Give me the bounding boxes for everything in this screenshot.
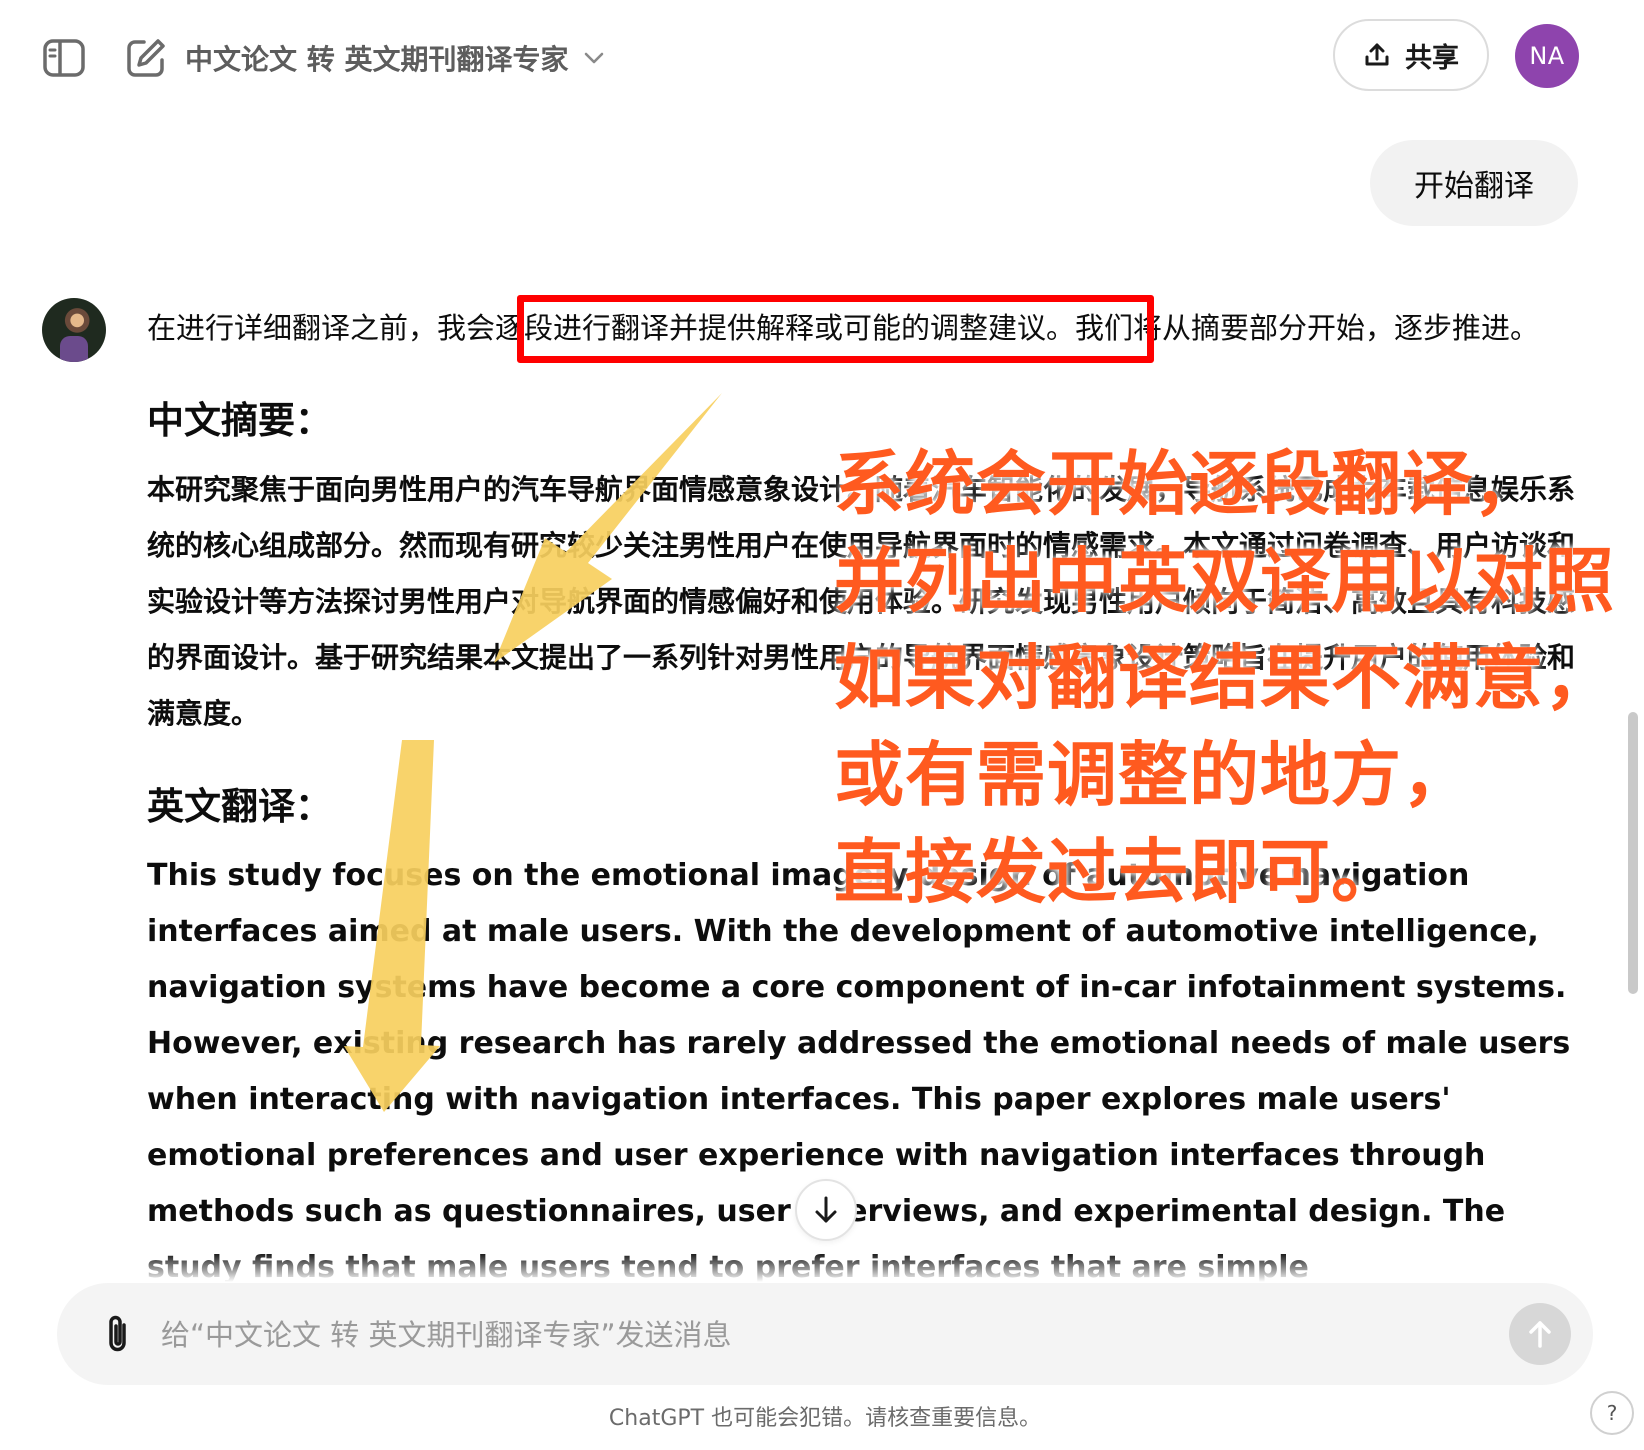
gpt-title-dropdown[interactable]: 中文论文 转 英文期刊翻译专家 xyxy=(185,36,605,80)
annotation-line-5: 直接发过去即可。 xyxy=(834,831,1402,913)
annotation-text: 系统会开始逐段翻译， 并列出中英双译用以对照 如果对翻译结果不满意， 或有需调整… xyxy=(834,436,1644,921)
annotation-line-1: 系统会开始逐段翻译， xyxy=(834,443,1544,525)
attach-button[interactable] xyxy=(93,1309,143,1359)
sidebar-icon xyxy=(43,39,85,77)
user-message-bubble: 开始翻译 xyxy=(1370,140,1578,226)
user-avatar[interactable]: NA xyxy=(1515,24,1579,88)
message-input[interactable] xyxy=(159,1303,1453,1367)
content-fade xyxy=(147,1252,1577,1282)
top-bar: 中文论文 转 英文期刊翻译专家 共享 NA xyxy=(0,0,1644,112)
gpt-title-label: 中文论文 转 英文期刊翻译专家 xyxy=(185,43,569,76)
paperclip-icon xyxy=(109,1315,126,1352)
scrollbar-thumb[interactable] xyxy=(1628,712,1638,994)
chat-app: 中文论文 转 英文期刊翻译专家 共享 NA 开始翻译 在进行详细翻译之前，我会逐… xyxy=(0,0,1644,1450)
disclaimer-text: ChatGPT 也可能会犯错。请核查重要信息。 xyxy=(608,1406,1042,1431)
new-chat-button[interactable] xyxy=(118,30,174,86)
annotation-line-3: 如果对翻译结果不满意， xyxy=(834,637,1615,719)
arrow-down-icon xyxy=(815,1196,837,1223)
scroll-to-bottom-button[interactable] xyxy=(795,1179,857,1241)
chevron-down-icon xyxy=(584,52,603,64)
share-icon xyxy=(1365,43,1389,66)
help-button[interactable]: ? xyxy=(1590,1391,1634,1435)
share-button[interactable]: 共享 xyxy=(1333,19,1489,91)
annotation-highlight-box xyxy=(517,295,1154,363)
intro-before: 在进行详细翻译之前，我会 xyxy=(147,311,496,345)
annotation-line-4: 或有需调整的地方， xyxy=(834,734,1473,816)
edit-icon xyxy=(127,39,165,77)
message-composer xyxy=(57,1283,1593,1385)
annotation-line-2: 并列出中英双译用以对照 xyxy=(834,540,1615,622)
send-button[interactable] xyxy=(1509,1303,1571,1365)
share-label: 共享 xyxy=(1405,42,1459,74)
assistant-avatar xyxy=(42,298,106,362)
sidebar-toggle-button[interactable] xyxy=(36,30,92,86)
avatar-figure xyxy=(60,336,88,362)
arrow-up-icon xyxy=(1529,1321,1551,1348)
